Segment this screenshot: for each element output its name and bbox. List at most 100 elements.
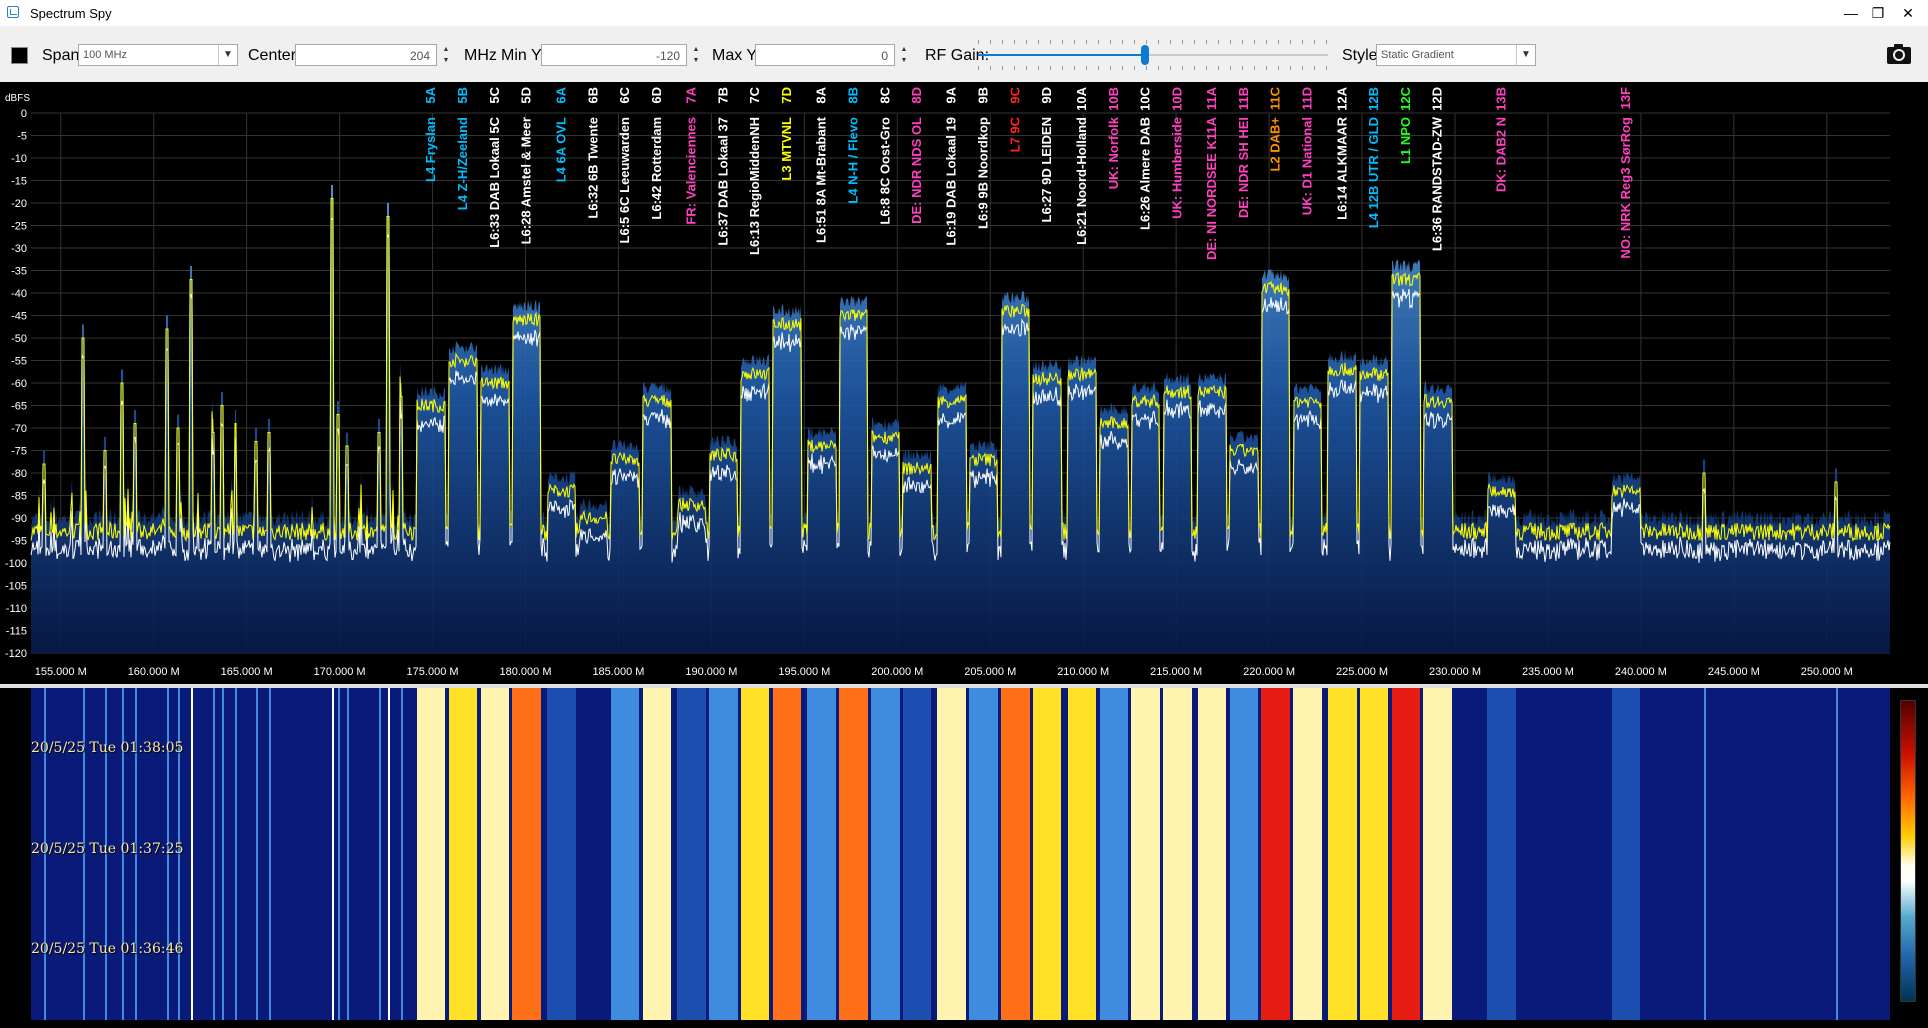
waterfall-channel-band bbox=[1327, 688, 1357, 1020]
waterfall-channel-band bbox=[1032, 688, 1062, 1020]
channel-name-label: L4 Z-H/Zeeland bbox=[455, 117, 470, 210]
waterfall-channel-band bbox=[1163, 688, 1192, 1020]
waterfall-channel-band bbox=[642, 688, 672, 1020]
waterfall-channel-band bbox=[1197, 688, 1227, 1020]
spin-up-icon[interactable]: ▲ bbox=[439, 44, 453, 55]
waterfall-timestamp: 20/5/25 Tue 01:38:05 bbox=[31, 740, 184, 756]
y-tick-label: -30 bbox=[11, 243, 27, 255]
channel-id-label: 8B bbox=[846, 87, 861, 104]
y-tick-label: -90 bbox=[11, 513, 27, 525]
maxy-spinner[interactable]: ▲ ▼ bbox=[897, 44, 911, 66]
waterfall-channel-band bbox=[709, 688, 738, 1020]
channel-id-label: 12B bbox=[1366, 87, 1381, 111]
channel-id-label: 10B bbox=[1106, 87, 1121, 111]
waterfall-display: 20/5/25 Tue 01:38:05 20/5/25 Tue 01:37:2… bbox=[0, 688, 1928, 1028]
waterfall-channel-band bbox=[416, 688, 446, 1020]
channel-name-label: L6:21 Noord-Holland bbox=[1074, 117, 1089, 245]
y-tick-label: -120 bbox=[5, 648, 27, 660]
y-tick-label: -100 bbox=[5, 558, 27, 570]
style-dropdown[interactable]: Static Gradient ▼ bbox=[1376, 44, 1536, 66]
chevron-down-icon[interactable]: ▼ bbox=[1516, 45, 1535, 65]
maxy-value: 0 bbox=[881, 49, 888, 63]
x-tick-label: 210.000 M bbox=[1057, 666, 1109, 678]
channel-id-label: 5B bbox=[455, 87, 470, 104]
x-tick-label: 245.000 M bbox=[1708, 666, 1760, 678]
channel-id-label: 8C bbox=[877, 86, 892, 103]
waterfall-channel-band bbox=[1261, 688, 1290, 1020]
miny-label: Min Y: bbox=[501, 47, 546, 64]
center-spinner[interactable]: ▲ ▼ bbox=[439, 44, 453, 66]
spin-up-icon[interactable]: ▲ bbox=[689, 44, 703, 55]
waterfall-channel-band bbox=[937, 688, 966, 1020]
miny-input[interactable]: -120 bbox=[541, 44, 687, 66]
y-tick-label: 0 bbox=[21, 108, 27, 120]
x-tick-label: 240.000 M bbox=[1615, 666, 1667, 678]
spectrum-plot[interactable]: 0 -5 -10 -15 -20 -25 -30 -35 -40 -45 -50 -55 -60 -65 -… bbox=[0, 82, 1928, 684]
waterfall-spike-line bbox=[332, 688, 335, 1020]
minimize-button[interactable]: — bbox=[1836, 3, 1866, 23]
y-tick-label: -110 bbox=[6, 603, 27, 615]
channel-name-label: L6:28 Amstel & Meer bbox=[519, 117, 534, 244]
channel-name-label: DE: NI NORDSEE K11A bbox=[1204, 116, 1219, 260]
channel-id-label: 10A bbox=[1074, 86, 1089, 110]
channel-id-label: 6D bbox=[649, 87, 664, 104]
channel-id-label: 9B bbox=[976, 87, 991, 104]
x-tick-label: 165.000 M bbox=[221, 666, 273, 678]
waterfall-channel-band bbox=[1131, 688, 1160, 1020]
maximize-button[interactable]: ❐ bbox=[1863, 3, 1893, 23]
waterfall-channel-band bbox=[1359, 688, 1389, 1020]
span-value: 100 MHz bbox=[83, 49, 128, 61]
waterfall-channel-band bbox=[1423, 688, 1452, 1020]
channel-id-label: 5A bbox=[423, 86, 438, 103]
y-tick-label: -20 bbox=[11, 198, 27, 210]
waterfall-spike-line bbox=[268, 688, 271, 1020]
miny-spinner[interactable]: ▲ ▼ bbox=[689, 44, 703, 66]
camera-icon[interactable] bbox=[1886, 42, 1912, 66]
waterfall-channel-band bbox=[969, 688, 998, 1020]
channel-name-label: DE: NDR SH HEI bbox=[1236, 117, 1251, 218]
x-tick-label: 225.000 M bbox=[1336, 666, 1388, 678]
waterfall-spike-line bbox=[1836, 688, 1839, 1020]
channel-id-label: 7C bbox=[747, 86, 762, 103]
channel-id-label: 6B bbox=[585, 87, 600, 104]
window-title: Spectrum Spy bbox=[30, 6, 112, 21]
center-input[interactable]: 204 bbox=[295, 44, 437, 66]
x-tick-label: 230.000 M bbox=[1429, 666, 1481, 678]
y-tick-label: -80 bbox=[11, 468, 27, 480]
waterfall-channel-band bbox=[1293, 688, 1322, 1020]
waterfall-channel-band bbox=[772, 688, 802, 1020]
slider-thumb[interactable] bbox=[1141, 45, 1149, 65]
spin-down-icon[interactable]: ▼ bbox=[439, 55, 453, 66]
x-tick-label: 190.000 M bbox=[685, 666, 737, 678]
y-tick-label: -45 bbox=[11, 311, 27, 323]
spin-up-icon[interactable]: ▲ bbox=[897, 44, 911, 55]
waterfall-channel-band bbox=[579, 688, 608, 1020]
waterfall-spike-line bbox=[235, 688, 238, 1020]
waterfall-channel-band bbox=[1611, 688, 1641, 1020]
channel-name-label: L6:42 Rotterdam bbox=[649, 117, 664, 220]
x-tick-label: 215.000 M bbox=[1150, 666, 1202, 678]
channel-id-label: 11D bbox=[1299, 87, 1314, 110]
channel-name-label: L6:5 6C Leeuwarden bbox=[617, 117, 632, 243]
spin-down-icon[interactable]: ▼ bbox=[689, 55, 703, 66]
channel-id-label: 9A bbox=[944, 86, 959, 103]
close-button[interactable]: ✕ bbox=[1893, 3, 1923, 23]
channel-name-label: L6:37 DAB Lokaal 37 bbox=[715, 117, 730, 246]
maxy-input[interactable]: 0 bbox=[755, 44, 895, 66]
x-tick-label: 200.000 M bbox=[871, 666, 923, 678]
chevron-down-icon[interactable]: ▼ bbox=[218, 45, 237, 65]
channel-id-label: 6A bbox=[553, 86, 568, 103]
span-dropdown[interactable]: 100 MHz ▼ bbox=[78, 44, 238, 66]
app-icon bbox=[7, 6, 19, 18]
y-tick-label: -85 bbox=[11, 491, 27, 503]
waterfall-spike-line bbox=[1704, 688, 1707, 1020]
channel-name-label: L4 12B UTR / GLD bbox=[1366, 117, 1381, 228]
spin-down-icon[interactable]: ▼ bbox=[897, 55, 911, 66]
color-swatch-icon[interactable] bbox=[11, 47, 28, 64]
channel-name-label: DE: NDR NDS OL bbox=[909, 117, 924, 224]
channel-name-label: L6:8 8C Oost-Gro bbox=[877, 117, 892, 225]
rfgain-slider[interactable] bbox=[978, 34, 1328, 70]
channel-id-label: 12A bbox=[1334, 86, 1349, 110]
channel-name-label: L3 MTVNL bbox=[779, 117, 794, 181]
waterfall-channel-band bbox=[807, 688, 836, 1020]
